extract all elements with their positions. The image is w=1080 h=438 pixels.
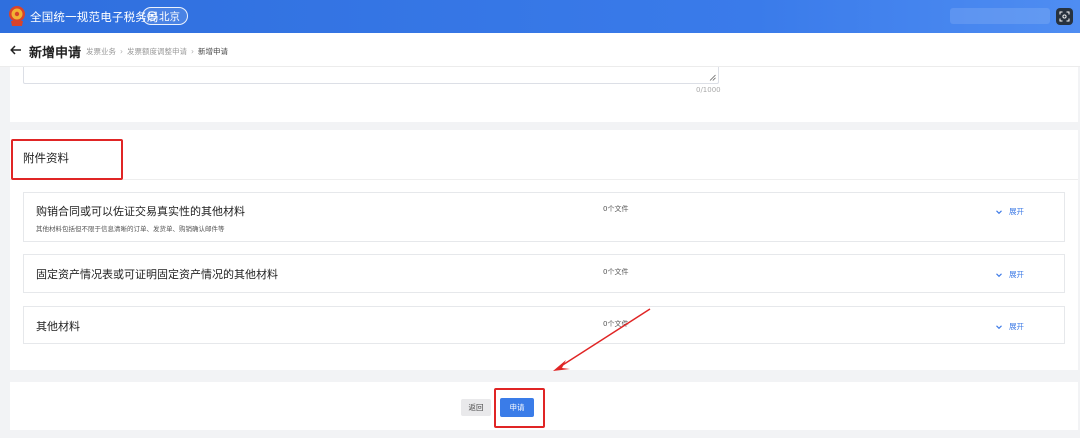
city-selector[interactable]: 北京 [142, 7, 188, 25]
scan-icon [1059, 11, 1070, 22]
attachment-row-fixed-assets[interactable]: 固定资产情况表或可证明固定资产情况的其他材料 0个文件 展开 [23, 254, 1065, 293]
file-count: 0个文件 [603, 205, 629, 213]
annotation-highlight-title [11, 139, 123, 180]
scan-button[interactable] [1056, 8, 1073, 25]
breadcrumb-item-current: 新增申请 [198, 47, 228, 56]
expand-button[interactable]: 展开 [995, 206, 1024, 217]
back-arrow-icon[interactable] [10, 44, 22, 56]
back-button[interactable]: 返回 [461, 399, 491, 416]
page-title: 新增申请 [29, 46, 82, 61]
page-header: 新增申请 发票业务 › 发票额度调整申请 › 新增申请 [0, 33, 1080, 67]
chevron-down-icon [996, 324, 1002, 329]
breadcrumb-item-quota-adjustment[interactable]: 发票额度调整申请 [127, 46, 187, 57]
attachment-title: 购销合同或可以佐证交易真实性的其他材料 [36, 205, 245, 218]
breadcrumb-separator-icon: › [191, 47, 194, 56]
expand-button[interactable]: 展开 [995, 321, 1024, 332]
remarks-textarea[interactable] [23, 67, 719, 84]
divider [10, 179, 1078, 180]
city-label: 北京 [159, 10, 180, 23]
file-count: 0个文件 [603, 268, 629, 276]
file-count: 0个文件 [603, 320, 629, 328]
annotation-highlight-apply [494, 388, 545, 428]
attachment-row-contract[interactable]: 购销合同或可以佐证交易真实性的其他材料 其他材料包括但不限于信息清晰的订单、发货… [23, 192, 1065, 242]
tax-emblem-icon [9, 6, 25, 26]
top-header: 全国统一规范电子税务局 北京 [0, 0, 1080, 33]
resize-handle-icon[interactable] [709, 74, 716, 81]
attachment-title: 固定资产情况表或可证明固定资产情况的其他材料 [36, 268, 278, 281]
form-section-card: 0/1000 [10, 67, 1078, 122]
breadcrumb-separator-icon: › [120, 47, 123, 56]
location-pin-icon [147, 11, 157, 21]
breadcrumb-item-invoice-business[interactable]: 发票业务 [86, 46, 116, 57]
chevron-down-icon [996, 272, 1002, 277]
user-info-area[interactable] [950, 8, 1050, 24]
expand-label: 展开 [1009, 207, 1024, 216]
site-title[interactable]: 全国统一规范电子税务局 [30, 9, 159, 25]
attachment-title: 其他材料 [36, 320, 80, 333]
expand-label: 展开 [1009, 322, 1024, 331]
expand-button[interactable]: 展开 [995, 269, 1024, 280]
expand-label: 展开 [1009, 270, 1024, 279]
chevron-down-icon [996, 209, 1002, 214]
attachment-row-other[interactable]: 其他材料 0个文件 展开 [23, 306, 1065, 344]
attachments-card: 附件资料 购销合同或可以佐证交易真实性的其他材料 其他材料包括但不限于信息清晰的… [10, 130, 1078, 370]
char-counter: 0/1000 [696, 86, 721, 94]
attachment-description: 其他材料包括但不限于信息清晰的订单、发货单、购销确认邮件等 [36, 225, 225, 233]
breadcrumb: 发票业务 › 发票额度调整申请 › 新增申请 [86, 46, 228, 57]
